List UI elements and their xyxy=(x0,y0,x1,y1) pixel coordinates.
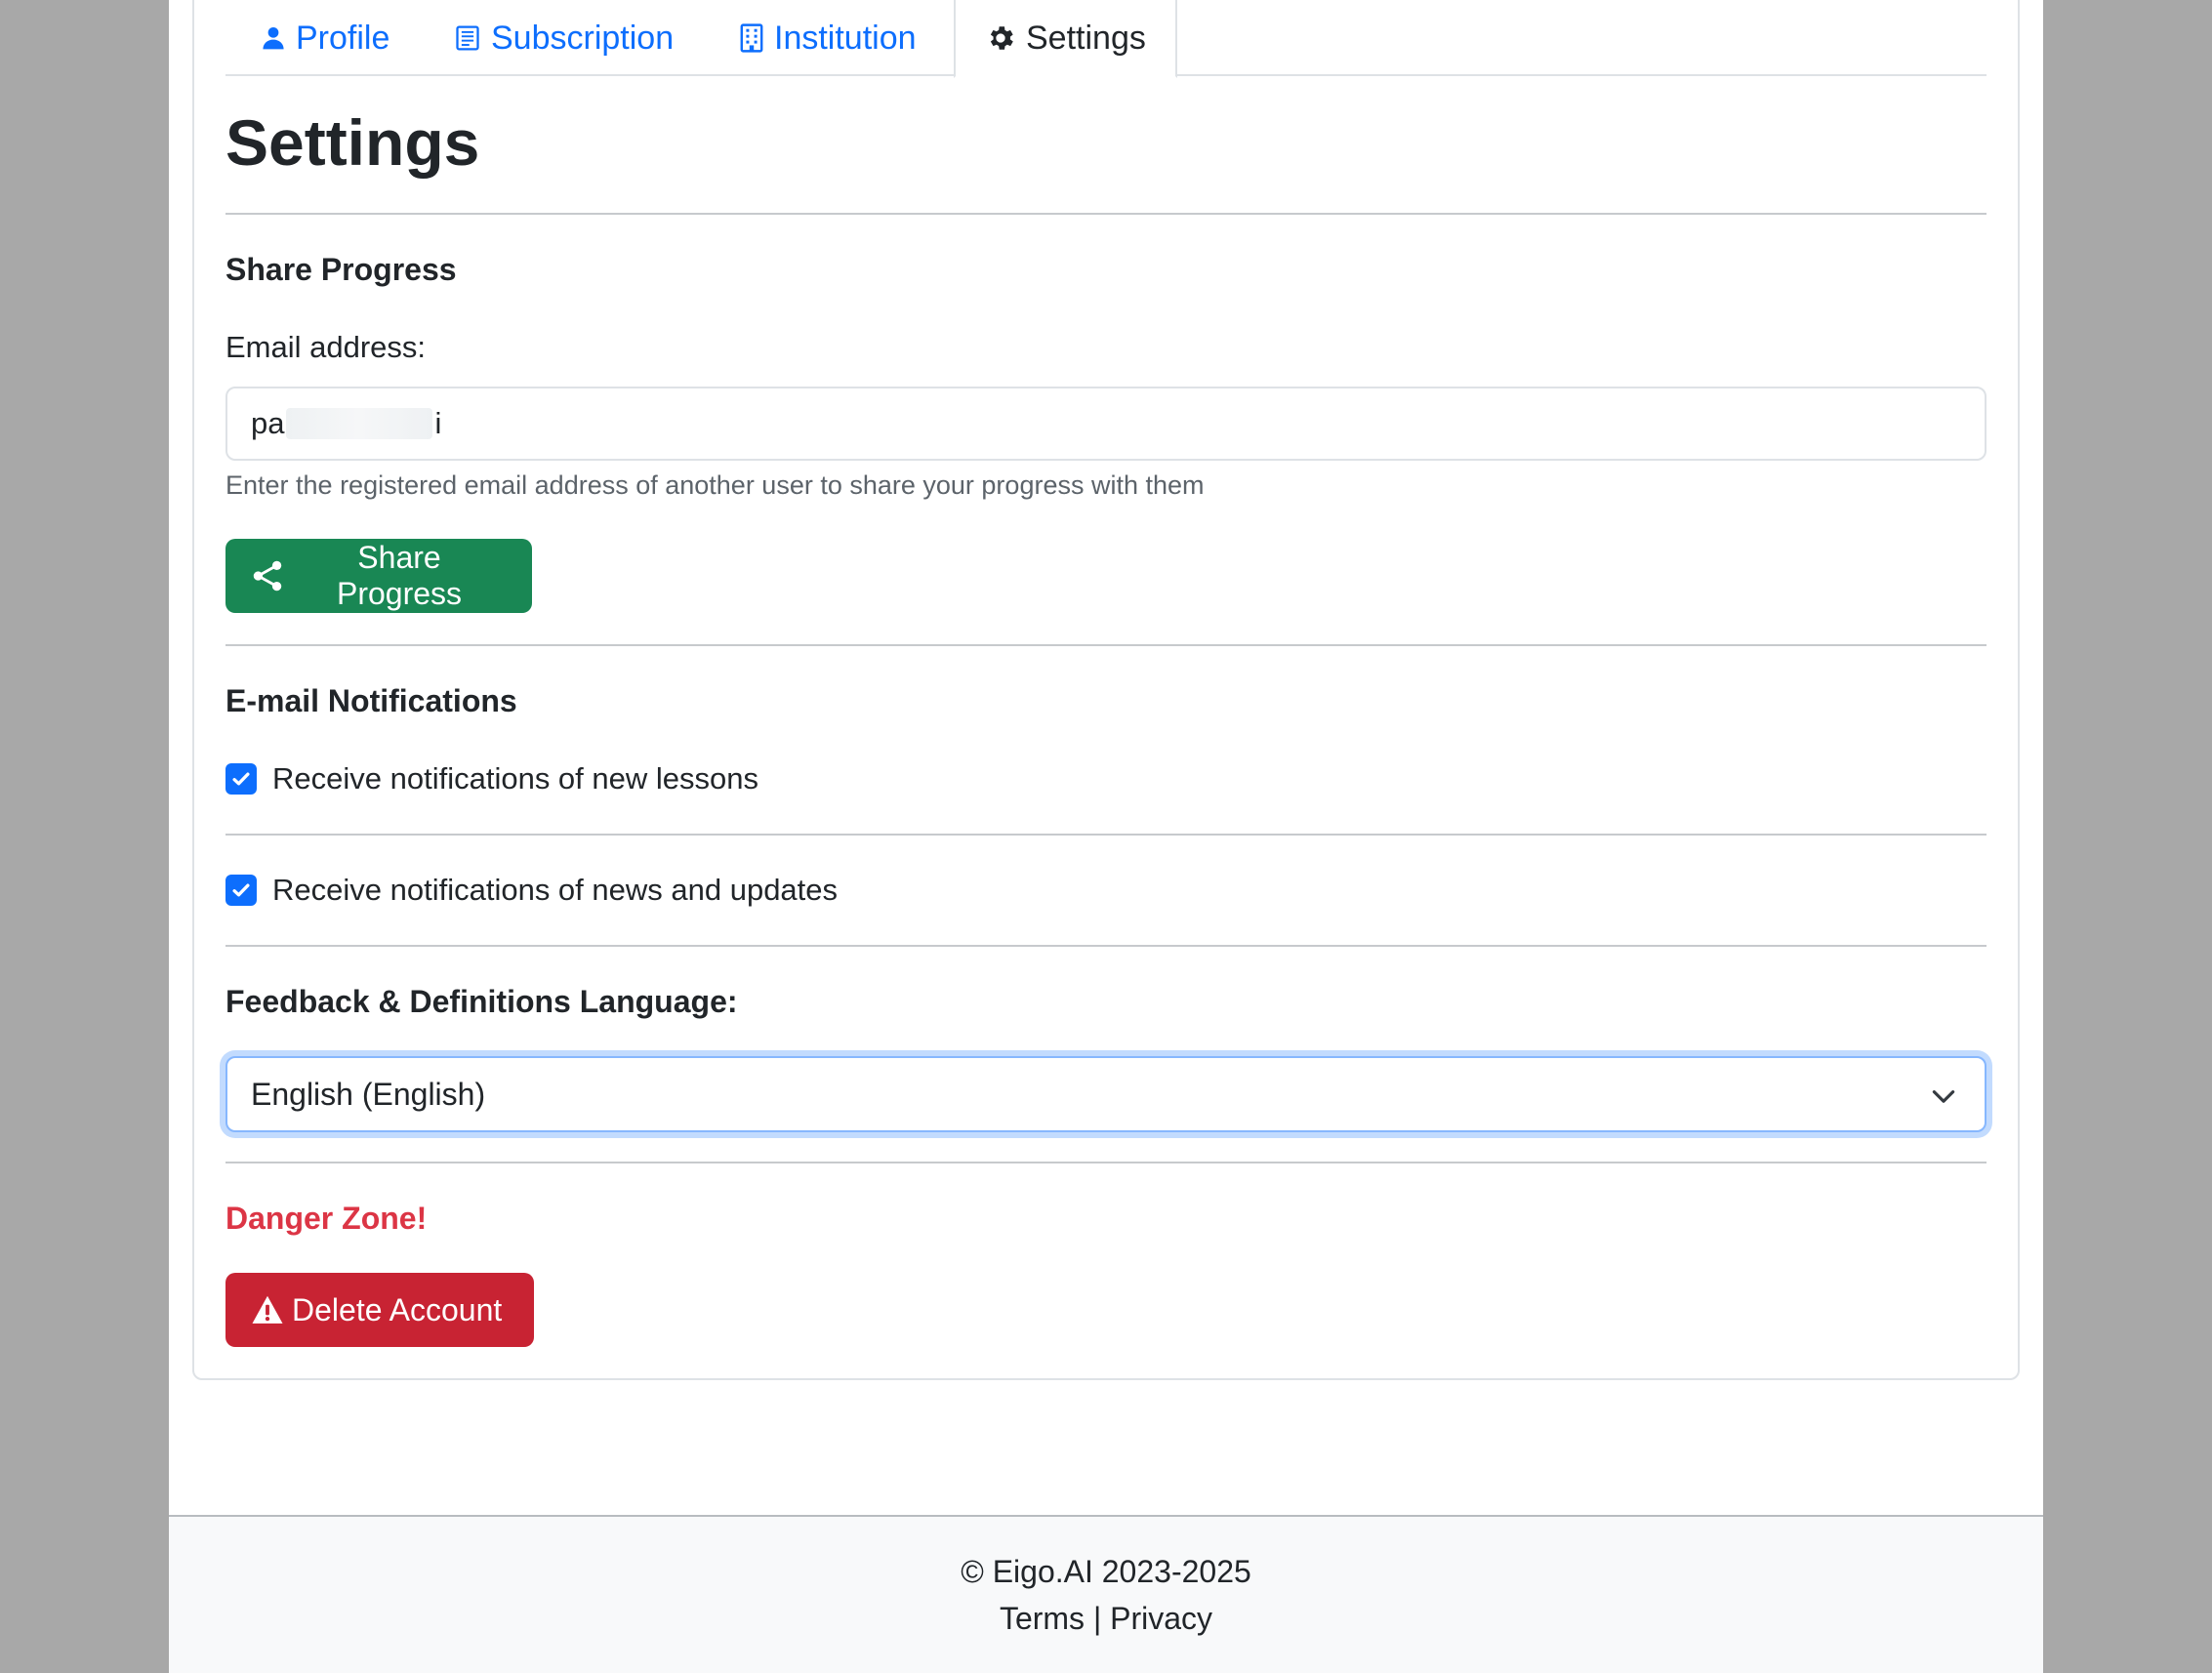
gear-icon xyxy=(985,22,1016,54)
divider xyxy=(225,834,1987,836)
email-label: Email address: xyxy=(225,330,427,364)
person-icon xyxy=(261,25,286,51)
tab-label: Settings xyxy=(1026,19,1146,57)
footer: © Eigo.AI 2023-2025 Terms | Privacy xyxy=(169,1515,2043,1673)
tab-label: Institution xyxy=(774,19,917,57)
language-select[interactable]: English (English) xyxy=(225,1056,1987,1132)
delete-account-button-label: Delete Account xyxy=(292,1291,503,1327)
divider xyxy=(225,644,1987,646)
share-progress-heading: Share Progress xyxy=(225,252,457,287)
tab-subscription[interactable]: Subscription xyxy=(454,0,674,76)
footer-separator: | xyxy=(1085,1601,1111,1636)
notify-news-updates-checkbox[interactable] xyxy=(225,875,257,906)
page-title: Settings xyxy=(225,106,480,179)
tab-profile[interactable]: Profile xyxy=(261,0,389,76)
notify-news-updates-label: Receive notifications of news and update… xyxy=(272,873,839,907)
language-heading: Feedback & Definitions Language: xyxy=(225,984,738,1019)
divider xyxy=(225,1162,1987,1163)
tab-settings[interactable]: Settings xyxy=(954,0,1177,78)
tab-institution[interactable]: Institution xyxy=(739,0,917,76)
email-field[interactable]: pa i xyxy=(225,387,1987,461)
notify-new-lessons-label: Receive notifications of new lessons xyxy=(272,761,758,796)
delete-account-button[interactable]: Delete Account xyxy=(225,1273,534,1347)
checkmark-icon xyxy=(232,883,250,897)
email-notifications-heading: E-mail Notifications xyxy=(225,683,517,718)
checkmark-icon xyxy=(232,772,250,786)
tab-bar: Profile Subscription Institution Setting… xyxy=(225,0,1987,78)
email-value-start: pa xyxy=(251,406,285,440)
terms-link[interactable]: Terms xyxy=(1000,1601,1085,1636)
tab-label: Subscription xyxy=(491,19,675,57)
redacted-text xyxy=(286,408,433,439)
receipt-icon xyxy=(454,24,481,52)
divider xyxy=(225,213,1987,215)
language-selected-value: English (English) xyxy=(251,1076,486,1112)
email-value-end: i xyxy=(434,406,442,440)
page: Profile Subscription Institution Setting… xyxy=(169,0,2043,1673)
danger-zone-heading: Danger Zone! xyxy=(225,1201,428,1236)
privacy-link[interactable]: Privacy xyxy=(1110,1601,1212,1636)
share-progress-button-label: Share Progress xyxy=(336,540,463,611)
footer-links: Terms | Privacy xyxy=(169,1601,2043,1637)
notify-news-updates-option[interactable]: Receive notifications of news and update… xyxy=(225,873,838,908)
tab-label: Profile xyxy=(296,19,390,57)
warning-icon xyxy=(251,1294,284,1326)
chevron-down-icon xyxy=(1930,1081,1957,1118)
building-icon xyxy=(739,23,764,53)
divider xyxy=(225,945,1987,947)
share-progress-button[interactable]: Share Progress xyxy=(225,539,532,613)
share-icon xyxy=(251,559,284,592)
notify-new-lessons-checkbox[interactable] xyxy=(225,763,257,795)
copyright-text: © Eigo.AI 2023-2025 xyxy=(961,1554,1251,1589)
email-help-text: Enter the registered email address of an… xyxy=(225,470,1205,500)
notify-new-lessons-option[interactable]: Receive notifications of new lessons xyxy=(225,761,758,796)
